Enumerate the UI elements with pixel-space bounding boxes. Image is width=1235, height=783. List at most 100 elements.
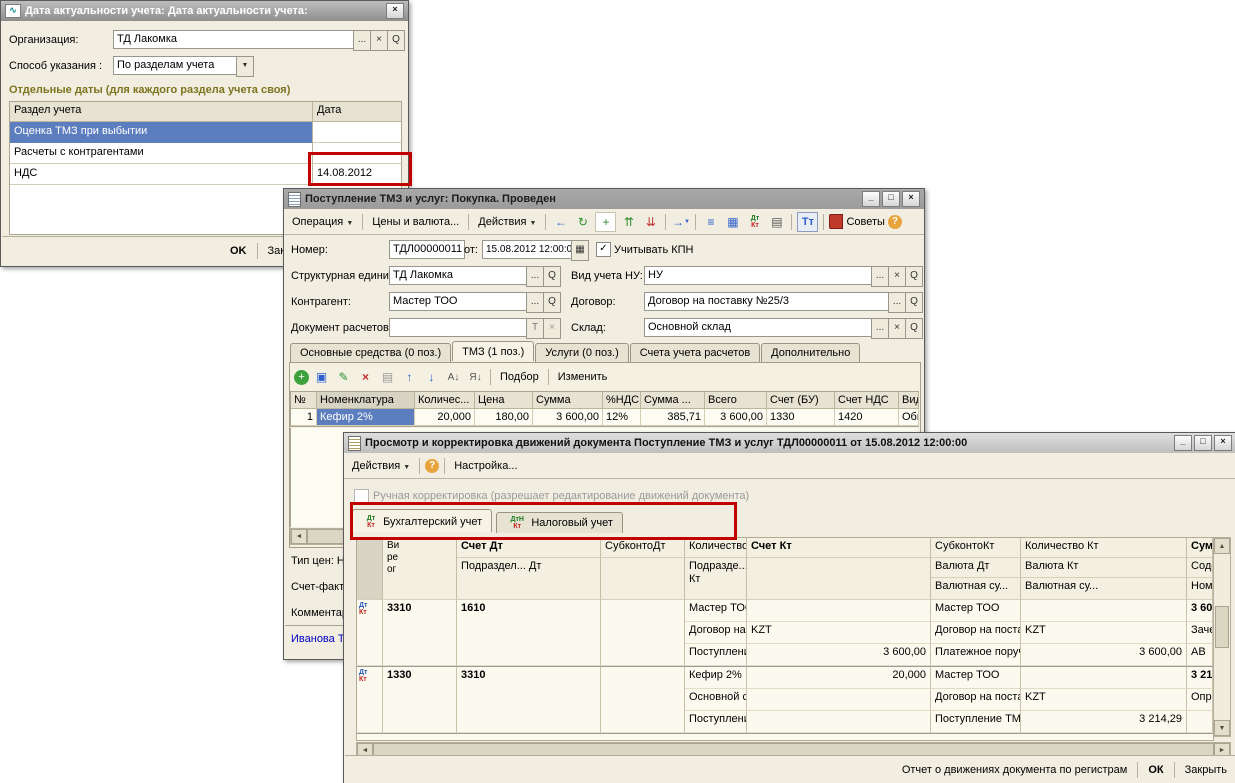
cell-content[interactable]: Зачет аванса поставщику [1187,622,1213,644]
column-header[interactable]: Содержание [1187,558,1213,578]
report-movements-button[interactable]: Отчет о движениях документа по регистрам [902,764,1128,776]
cell-credit-subconto[interactable]: Мастер ТОО [931,667,1021,689]
column-header[interactable]: Вид [899,392,919,409]
menu-operation[interactable]: Операция ▼ [288,214,357,230]
maximize-icon[interactable]: □ [1194,435,1212,451]
settings-button[interactable]: Настройка... [450,458,521,474]
table-row-section[interactable]: Расчеты с контрагентами [10,143,313,164]
minimize-icon[interactable]: _ [1174,435,1192,451]
vertical-scrollbar[interactable]: ▲ ▼ [1213,537,1231,737]
close-icon[interactable]: × [902,191,920,207]
cell-debit-currency[interactable]: KZT [747,622,931,644]
ok-button[interactable]: ОК [1148,764,1163,776]
cell-credit-currency[interactable]: KZT [1021,622,1187,644]
tt-totals-icon[interactable]: Тт [797,212,818,232]
tab-accounting[interactable]: ДтКт Бухгалтерский учет [352,509,492,532]
column-header[interactable]: Всего [705,392,767,409]
nu-input[interactable]: НУ [644,266,872,285]
cell-debit-currency-sum[interactable]: 3 600,00 [747,644,931,666]
method-select[interactable]: По разделам учета [113,56,237,75]
journal-icon[interactable]: ▤ [767,213,786,231]
column-header[interactable]: Счет Кт [747,538,931,558]
column-header[interactable]: Валютная су... [931,578,1021,600]
org-magnifier-icon[interactable]: Q [387,30,405,51]
column-header[interactable]: Сумма [1187,538,1213,558]
maximize-icon[interactable]: □ [882,191,900,207]
edit-row-icon[interactable]: ✎ [334,368,353,386]
chevron-down-icon[interactable]: ▼ [236,56,254,77]
cell-debit-subconto[interactable]: Основной склад [685,689,747,711]
contractor-magnifier-icon[interactable]: Q [543,292,561,313]
cell-debit-currency[interactable] [747,689,931,711]
cell-debit-subconto[interactable]: Поступление ТМЗ и ус... [685,644,747,666]
cell-quantity[interactable]: 20,000 [415,409,475,426]
settle-type-icon[interactable]: Т [526,318,544,339]
table-row-date[interactable]: 14.08.2012 [313,164,401,185]
cell-sum[interactable]: 3 600,00 [1187,600,1213,622]
movement-entry[interactable]: ДтКт 1330 Кефир 2% 20,000 3310 Мастер ТО… [356,667,1214,734]
column-header[interactable]: Сумма [533,392,603,409]
column-header[interactable]: Валюта Кт [1021,558,1187,578]
delete-row-icon[interactable]: × [356,368,375,386]
warehouse-clear-icon[interactable]: × [888,318,906,339]
cell-credit-account[interactable]: 3310 [457,667,601,733]
cell-account-vat[interactable]: 1420 [835,409,899,426]
date-input[interactable]: 15.08.2012 12:00:00 [482,240,572,259]
cell-account-bu[interactable]: 1330 [767,409,835,426]
cell-type[interactable]: Общ [899,409,919,426]
column-header[interactable]: Количество Кт [1021,538,1187,558]
window3-titlebar[interactable]: Просмотр и корректировка движений докуме… [344,433,1235,453]
table-row-date[interactable] [313,143,401,164]
tab-tmz[interactable]: ТМЗ (1 поз.) [452,341,534,361]
help-icon[interactable]: ? [888,215,902,229]
org-input[interactable]: ТД Лакомка [113,30,355,49]
row-selector[interactable]: ДтКт [357,667,383,733]
table-row-section[interactable]: НДС [10,164,313,185]
warehouse-input[interactable]: Основной склад [644,318,872,337]
cell-credit-subconto[interactable]: Поступление ТМЗ и услуг ТДЛ... [931,711,1021,733]
document-structure-icon[interactable]: ≡ [701,213,720,231]
menu-actions[interactable]: Действия ▼ [474,214,540,230]
cell-debit-account[interactable]: 1330 [383,667,457,733]
cell-debit-account[interactable]: 3310 [383,600,457,666]
column-header-partial[interactable]: Виреог [383,538,457,600]
sort-descending-icon[interactable]: Я↓ [466,368,485,386]
window2-titlebar[interactable]: Поступление ТМЗ и услуг: Покупка. Провед… [284,189,924,209]
menu-prices-currency[interactable]: Цены и валюта... [368,214,463,230]
cell-credit-currency-sum[interactable]: 3 214,29 [1021,711,1187,733]
column-header[interactable]: Счет НДС [835,392,899,409]
unpost-document-icon[interactable]: ⇊ [641,213,660,231]
refresh-icon[interactable]: ↻ [573,213,592,231]
add-document-icon[interactable]: + [595,212,616,232]
unit-ellipsis-icon[interactable]: ... [526,266,544,287]
column-header[interactable]: Счет (БУ) [767,392,835,409]
unit-magnifier-icon[interactable]: Q [543,266,561,287]
table-row-date[interactable] [313,122,401,143]
column-header[interactable]: Цена [475,392,533,409]
nu-clear-icon[interactable]: × [888,266,906,287]
close-icon[interactable]: × [386,3,404,19]
scroll-up-icon[interactable]: ▲ [1214,538,1230,554]
menu-actions[interactable]: Действия ▼ [348,458,414,474]
cell-credit-subconto[interactable]: Мастер ТОО [931,600,1021,622]
column-header[interactable] [601,558,685,600]
contract-magnifier-icon[interactable]: Q [905,292,923,313]
sort-ascending-icon[interactable]: А↓ [444,368,463,386]
create-based-on-icon[interactable]: →▼ [671,213,690,231]
cell-content[interactable]: Оприходованы ТМЗ [1187,689,1213,711]
copy-row-icon[interactable]: ▣ [312,368,331,386]
cell-partial[interactable] [601,600,685,666]
author-link[interactable]: Иванова Т. [291,633,346,645]
cell-journal[interactable] [1187,711,1213,733]
move-down-icon[interactable]: ↓ [422,368,441,386]
ok-button[interactable]: OK [230,245,247,257]
column-header[interactable]: Количество Дт [685,538,747,558]
cell-sum[interactable]: 3 600,00 [533,409,603,426]
advice-label[interactable]: Советы [846,216,884,228]
scroll-left-icon[interactable]: ◄ [291,529,307,544]
close-button[interactable]: Закрыть [1185,764,1227,776]
cell-debit-qty[interactable]: 20,000 [747,667,931,689]
help-icon[interactable]: ? [425,459,439,473]
column-header[interactable]: Номер журнала [1187,578,1213,600]
column-header[interactable]: Валютная су... [1021,578,1187,600]
